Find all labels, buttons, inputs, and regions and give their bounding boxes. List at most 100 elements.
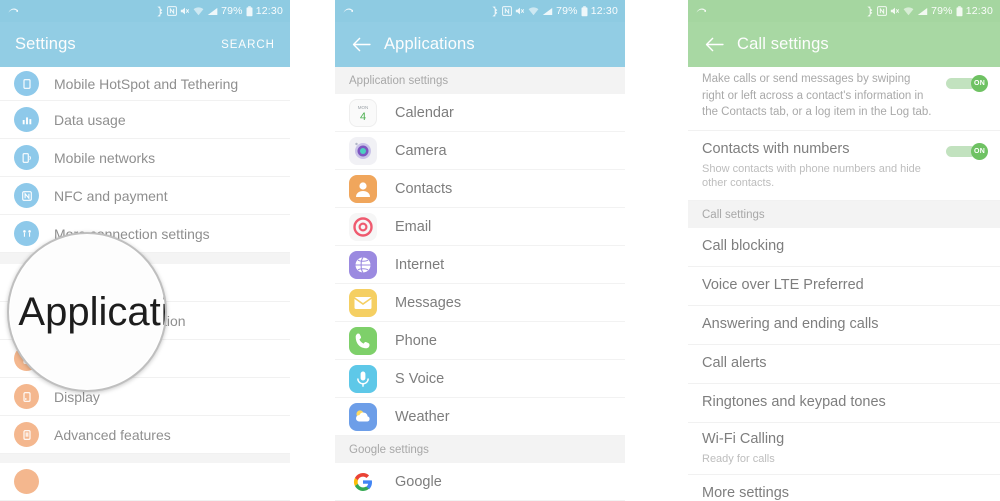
swipe-toggle[interactable]: ON — [946, 75, 988, 92]
section-label: Google settings — [349, 443, 429, 456]
signal-icon — [207, 7, 218, 16]
search-button[interactable]: SEARCH — [221, 39, 275, 51]
sidebar-item-data-usage[interactable]: Data usage — [0, 101, 290, 139]
section-header-call-settings: Call settings — [688, 201, 1000, 229]
section-header-application-settings: Application settings — [335, 67, 625, 94]
back-arrow-icon[interactable] — [703, 34, 725, 56]
clock: 12:30 — [255, 5, 283, 17]
panel-call-settings: 79% 12:30 Call settings Make calls or se… — [688, 0, 1000, 501]
status-bar-left — [695, 6, 706, 17]
internet-icon — [349, 250, 377, 279]
nfc-icon — [502, 6, 513, 16]
list-item-label: Email — [395, 218, 432, 235]
row-subtitle: Show contacts with phone numbers and hid… — [702, 162, 921, 190]
list-row-partial[interactable] — [0, 463, 290, 501]
list-item-weather[interactable]: Weather — [335, 398, 625, 436]
list-item-phone[interactable]: Phone — [335, 322, 625, 360]
list-item-label: Camera — [395, 142, 447, 159]
advanced-features-icon — [14, 422, 39, 447]
list-item-email[interactable]: Email — [335, 208, 625, 246]
svg-text:4: 4 — [360, 111, 366, 123]
battery-icon — [246, 5, 253, 17]
page-title: Call settings — [737, 35, 829, 53]
placeholder-icon — [14, 469, 39, 494]
list-item-google[interactable]: Google — [335, 463, 625, 501]
row-title: More settings — [702, 484, 790, 501]
sidebar-item-mobile-networks[interactable]: Mobile networks — [0, 139, 290, 177]
back-arrow-icon[interactable] — [350, 34, 372, 56]
contacts-icon — [349, 174, 377, 203]
list-item-messages[interactable]: Messages — [335, 284, 625, 322]
wifi-calling-text: Wi-Fi Calling Ready for calls — [702, 430, 986, 466]
list-item-voice-over-lte[interactable]: Voice over LTE Preferred — [688, 267, 1000, 307]
status-bar-left — [342, 6, 353, 17]
row-title: Call alerts — [702, 355, 767, 372]
signal-icon — [917, 7, 928, 16]
list-item-s-voice[interactable]: S Voice — [335, 360, 625, 398]
call-forward-icon — [342, 6, 353, 17]
list-item-label: Messages — [395, 294, 462, 311]
status-bar-right: 79% 12:30 — [491, 5, 618, 17]
svg-text:MON: MON — [358, 105, 369, 110]
list-item-internet[interactable]: Internet — [335, 246, 625, 284]
row-subtitle: Ready for calls — [702, 452, 775, 465]
list-item-label: Google — [395, 473, 442, 490]
mute-icon — [180, 6, 190, 16]
status-bar-right: 79% 12:30 — [156, 5, 283, 17]
list-divider — [0, 454, 290, 463]
magnifier-applications: Applicati — [7, 232, 167, 392]
list-item-camera[interactable]: Camera — [335, 132, 625, 170]
phone-icon — [349, 326, 377, 355]
wifi-icon — [903, 6, 914, 16]
call-forward-icon — [7, 6, 18, 17]
clock: 12:30 — [590, 5, 618, 17]
s-voice-icon — [349, 364, 377, 393]
list-item-answering-ending-calls[interactable]: Answering and ending calls — [688, 306, 1000, 346]
hotspot-icon — [14, 71, 39, 96]
contacts-with-numbers-row[interactable]: Contacts with numbers Show contacts with… — [688, 131, 1000, 202]
display-icon — [14, 384, 39, 409]
list-item-call-blocking[interactable]: Call blocking — [688, 228, 1000, 268]
page-title: Settings — [15, 35, 76, 53]
messages-icon — [349, 288, 377, 317]
data-usage-icon — [14, 107, 39, 132]
battery-percent: 79% — [931, 5, 953, 17]
bluetooth-icon — [156, 6, 164, 17]
swipe-description: Make calls or send messages by swiping r… — [702, 73, 932, 119]
sidebar-item-label: Advanced features — [54, 426, 171, 443]
applications-list: MON 4 Calendar Camera Contacts Email Int… — [335, 94, 625, 501]
app-bar-applications: Applications — [335, 22, 625, 67]
row-title: Answering and ending calls — [702, 316, 879, 333]
list-item-wifi-calling[interactable]: Wi-Fi Calling Ready for calls — [688, 423, 1000, 475]
list-item-ringtones-keypad-tones[interactable]: Ringtones and keypad tones — [688, 384, 1000, 424]
sidebar-item-display[interactable]: Display — [0, 378, 290, 416]
list-item-label: Weather — [395, 408, 450, 425]
sidebar-item-label: Mobile HotSpot and Tethering — [54, 75, 239, 92]
bluetooth-icon — [866, 6, 874, 17]
nfc-icon — [14, 183, 39, 208]
list-item-label: Phone — [395, 332, 437, 349]
battery-percent: 79% — [221, 5, 243, 17]
sidebar-item-nfc-payment[interactable]: NFC and payment — [0, 177, 290, 215]
contacts-with-numbers-toggle[interactable]: ON — [946, 143, 988, 161]
sidebar-item-advanced-features[interactable]: Advanced features — [0, 416, 290, 454]
sidebar-item-mobile-hotspot[interactable]: Mobile HotSpot and Tethering — [0, 67, 290, 101]
list-item-more-settings[interactable]: More settings — [688, 475, 1000, 501]
nfc-icon — [877, 6, 888, 16]
app-bar-settings: Settings SEARCH — [0, 22, 290, 67]
list-item-label: S Voice — [395, 370, 445, 387]
section-label: Application settings — [349, 74, 449, 87]
swipe-description-row[interactable]: Make calls or send messages by swiping r… — [688, 67, 1000, 132]
wifi-icon — [193, 6, 204, 16]
camera-icon — [349, 136, 377, 165]
signal-icon — [542, 7, 553, 16]
list-item-call-alerts[interactable]: Call alerts — [688, 345, 1000, 385]
wifi-icon — [528, 6, 539, 16]
mobile-networks-icon — [14, 145, 39, 170]
mute-icon — [515, 6, 525, 16]
sidebar-item-label: Data usage — [54, 111, 126, 128]
weather-icon — [349, 402, 377, 431]
list-item-calendar[interactable]: MON 4 Calendar — [335, 94, 625, 132]
list-item-contacts[interactable]: Contacts — [335, 170, 625, 208]
call-settings-list: Make calls or send messages by swiping r… — [688, 67, 1000, 501]
